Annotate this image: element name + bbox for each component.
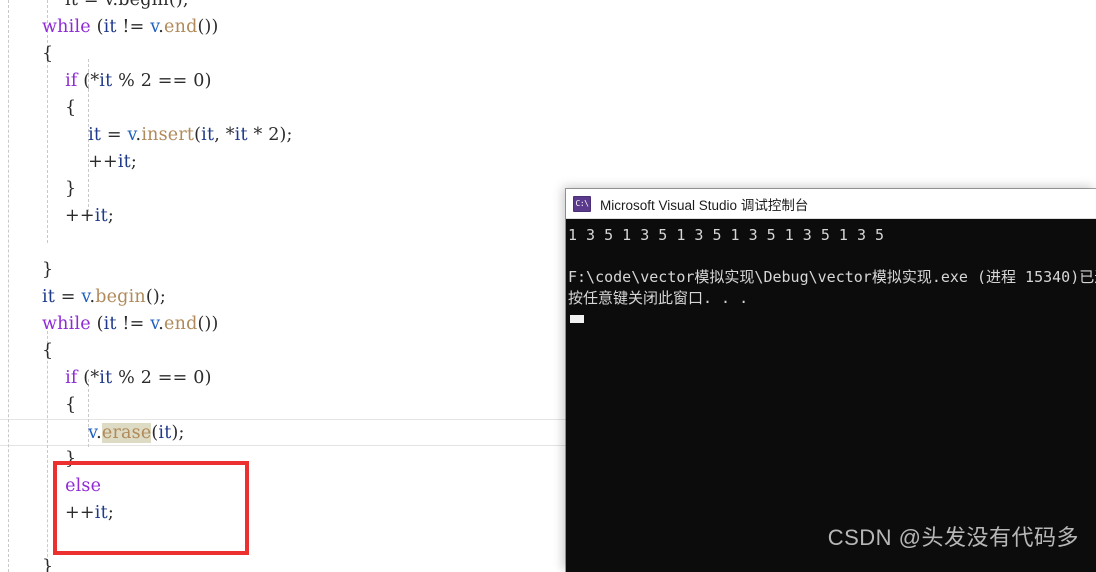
console-title-text: Microsoft Visual Studio 调试控制台 (600, 197, 809, 213)
code-token: begin (95, 287, 146, 307)
code-token: != (116, 314, 151, 334)
code-line[interactable]: while (it != v.end()) (0, 14, 1096, 41)
code-token: if (65, 368, 78, 388)
code-token: % (112, 71, 141, 91)
code-token: == (152, 368, 194, 388)
code-token: ()) (197, 17, 219, 37)
console-output-line-3: 按任意键关闭此窗口. . . (568, 289, 749, 307)
code-token: it (117, 152, 131, 172)
code-token: 2 (140, 71, 153, 91)
code-line[interactable]: if (*it % 2 == 0) (0, 68, 1096, 95)
code-token: it (99, 368, 113, 388)
code-token: } (42, 449, 77, 469)
code-token: ( (90, 17, 104, 37)
code-token: v (127, 125, 136, 145)
code-token: ++ (42, 503, 95, 523)
code-token: ()) (197, 314, 219, 334)
code-token: it (94, 206, 108, 226)
code-token: != (116, 17, 151, 37)
code-token: it (42, 287, 56, 307)
code-token: ); (279, 125, 293, 145)
code-token: ; (130, 152, 137, 172)
code-token: it = v.begin(); (42, 0, 190, 10)
code-token: ++ (42, 152, 118, 172)
code-token: ; (107, 503, 114, 523)
code-token: (* (77, 71, 100, 91)
console-output-line-2: F:\code\vector模拟实现\Debug\vector模拟实现.exe … (568, 268, 1096, 286)
code-token: % (112, 368, 141, 388)
console-output-lines: 1 3 5 1 3 5 1 3 5 1 3 5 1 3 5 1 3 5 F:\co… (568, 225, 1096, 309)
code-token: it (234, 125, 248, 145)
code-token: { (42, 98, 77, 118)
console-title-bar[interactable]: C:\ Microsoft Visual Studio 调试控制台 (566, 189, 1096, 219)
code-token: it (103, 314, 117, 334)
code-token: v (88, 423, 97, 443)
code-token: * (247, 125, 269, 145)
code-token: insert (141, 125, 195, 145)
code-line[interactable]: { (0, 41, 1096, 68)
debug-console-window[interactable]: C:\ Microsoft Visual Studio 调试控制台 1 3 5 … (566, 189, 1096, 572)
console-output-line-0: 1 3 5 1 3 5 1 3 5 1 3 5 1 3 5 1 3 5 (568, 226, 885, 244)
csdn-watermark: CSDN @头发没有代码多 (827, 525, 1079, 550)
code-line[interactable]: ++it; (0, 149, 1096, 176)
code-token: , * (214, 125, 235, 145)
code-token: while (42, 314, 91, 334)
code-token: end (164, 314, 198, 334)
console-window-icon: C:\ (573, 195, 591, 212)
code-token: } (42, 260, 54, 280)
code-token: it (94, 503, 108, 523)
code-line[interactable]: it = v.begin(); (0, 0, 1096, 14)
code-token: 2 (140, 368, 153, 388)
code-token: ( (90, 314, 104, 334)
code-token: ; (107, 206, 114, 226)
code-line[interactable]: it = v.insert(it, *it * 2); (0, 122, 1096, 149)
code-token: { (42, 395, 77, 415)
code-token: 0) (193, 368, 212, 388)
code-token: == (152, 71, 194, 91)
code-token: 0) (193, 71, 212, 91)
code-token: 2 (268, 125, 280, 145)
code-token: while (42, 17, 91, 37)
code-token: it (158, 423, 172, 443)
code-token: = (55, 287, 82, 307)
code-line[interactable]: { (0, 95, 1096, 122)
code-token: it (201, 125, 215, 145)
code-token: if (65, 71, 78, 91)
code-token: { (42, 341, 54, 361)
code-token: = (101, 125, 128, 145)
code-token: it (88, 125, 102, 145)
code-token: (* (77, 368, 100, 388)
code-token: { (42, 44, 54, 64)
code-token: ); (171, 423, 185, 443)
reference-highlight-token: erase (101, 423, 152, 443)
code-token: } (42, 557, 54, 572)
code-token: it (103, 17, 117, 37)
code-token: ++ (42, 206, 95, 226)
console-text-cursor (570, 315, 584, 323)
code-token: } (42, 179, 77, 199)
code-token: else (65, 476, 102, 496)
code-token: (); (145, 287, 166, 307)
code-token: it (99, 71, 113, 91)
console-output-area[interactable]: 1 3 5 1 3 5 1 3 5 1 3 5 1 3 5 1 3 5 F:\co… (566, 219, 1096, 572)
code-token: end (164, 17, 198, 37)
